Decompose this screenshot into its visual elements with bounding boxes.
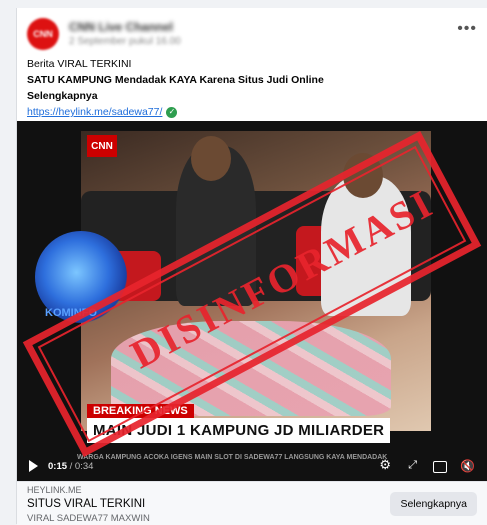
check-icon: ✓	[166, 106, 178, 118]
post-header: CNN CNN Live Channel 2 September pukul 1…	[27, 18, 477, 54]
cnn-logo: CNN	[87, 135, 117, 157]
link-domain: HEYLINK.ME	[27, 485, 82, 495]
link-row: https://heylink.me/sadewa77/ ✓	[27, 104, 467, 120]
page-name[interactable]: CNN Live Channel	[69, 20, 173, 34]
gear-icon[interactable]: ⚙	[379, 457, 391, 473]
post-card: CNN CNN Live Channel 2 September pukul 1…	[16, 8, 487, 525]
time-total: / 0:34	[69, 460, 94, 472]
person-left-head	[191, 136, 231, 181]
see-more-button[interactable]: Selengkapnya	[390, 492, 477, 516]
post-line-1: Berita VIRAL TERKINI	[27, 58, 132, 70]
see-more-link[interactable]: Selengkapnya	[27, 88, 467, 104]
video-controls: 0:15 / 0:34 ⚙ ⤢ 🔇	[17, 451, 487, 481]
link-preview[interactable]: HEYLINK.ME SITUS VIRAL TERKINI VIRAL SAD…	[17, 481, 487, 525]
play-icon[interactable]	[29, 460, 38, 472]
volume-icon[interactable]: 🔇	[460, 459, 475, 473]
video-time: 0:15 / 0:34	[48, 461, 93, 472]
post-body: Berita VIRAL TERKINI SATU KAMPUNG Mendad…	[27, 56, 467, 120]
pip-icon[interactable]	[433, 461, 447, 473]
more-icon[interactable]: •••	[457, 20, 477, 38]
post-line-2: SATU KAMPUNG Mendadak KAYA Karena Situs …	[27, 74, 324, 86]
avatar[interactable]: CNN	[27, 18, 59, 50]
time-current: 0:15	[48, 460, 68, 472]
post-timestamp[interactable]: 2 September pukul 16.00	[69, 36, 181, 47]
post-link[interactable]: https://heylink.me/sadewa77/	[27, 104, 162, 120]
link-subtitle: VIRAL SADEWA77 MAXWIN	[27, 513, 150, 524]
link-title: SITUS VIRAL TERKINI	[27, 498, 146, 510]
video-player[interactable]: CNN BREAKING NEWS MAIN JUDI 1 KAMPUNG JD…	[17, 121, 487, 481]
expand-icon[interactable]: ⤢	[408, 459, 417, 472]
